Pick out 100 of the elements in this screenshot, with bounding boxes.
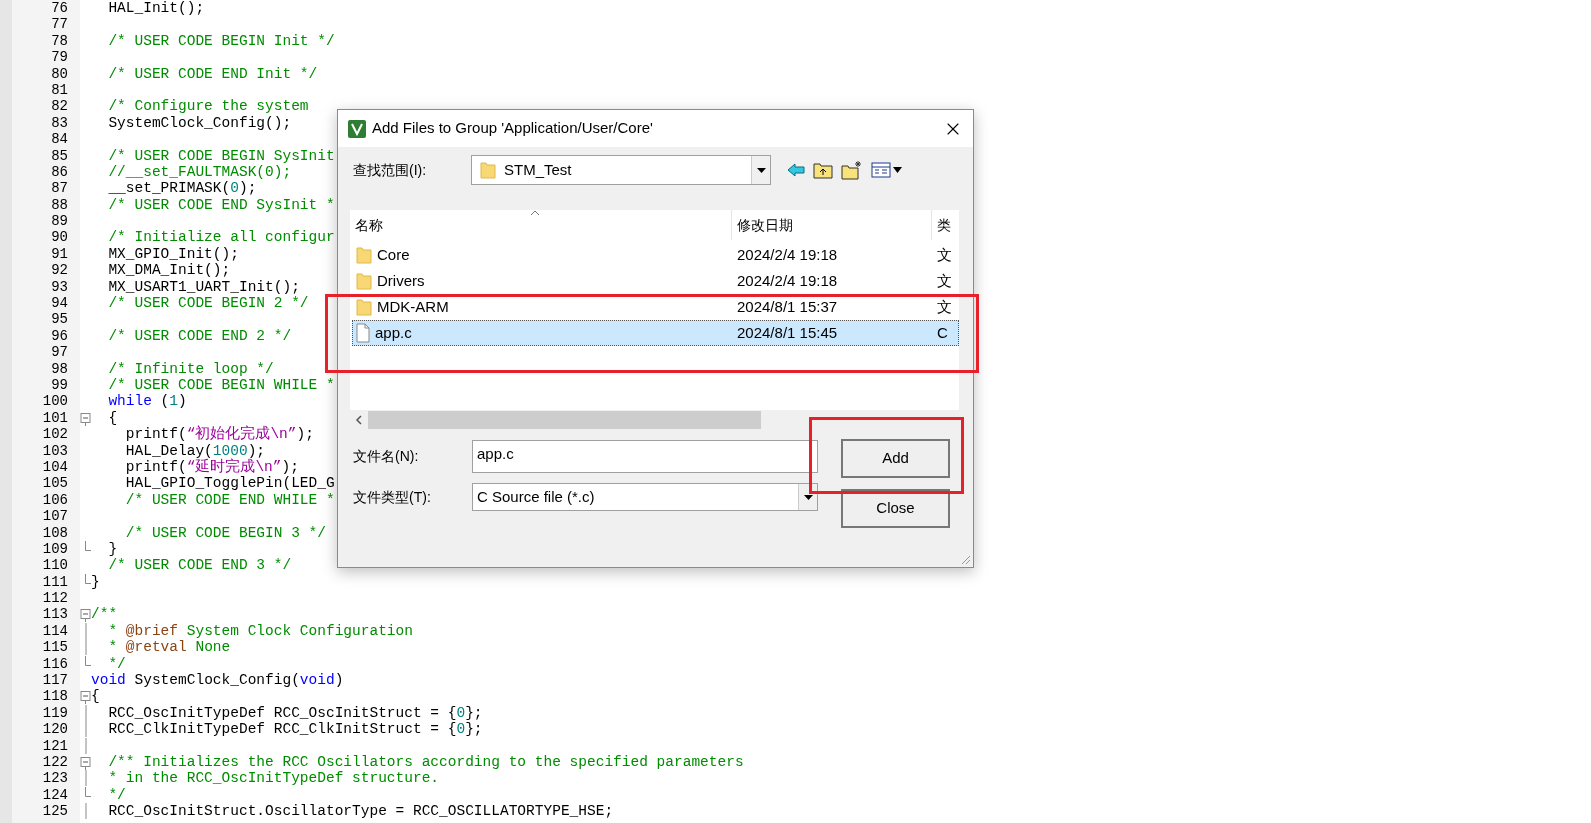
line-number: 79 bbox=[51, 49, 68, 66]
line-number: 82 bbox=[51, 98, 68, 115]
line-number: 102 bbox=[42, 426, 68, 443]
code-line: printf(“初始化完成\n”); bbox=[124, 426, 314, 443]
line-number: 105 bbox=[42, 475, 68, 492]
code-line: void SystemClock_Config(void) bbox=[91, 672, 344, 689]
field-label: 文件名(N): bbox=[353, 447, 420, 466]
modified-date: 2024/2/4 19:18 bbox=[736, 244, 839, 265]
line-number: 106 bbox=[42, 491, 68, 509]
line-number: 93 bbox=[51, 278, 68, 296]
line-number: 115 bbox=[42, 639, 68, 656]
folder-icon bbox=[356, 298, 372, 316]
file-type-dropdown[interactable]: C Source file (*.c) bbox=[472, 483, 818, 511]
code-line: /* USER CODE BEGIN 2 */ bbox=[107, 295, 309, 312]
code-line: { bbox=[91, 688, 100, 705]
folder-icon bbox=[356, 246, 372, 264]
line-number: 117 bbox=[42, 672, 68, 689]
code-line: } bbox=[107, 540, 118, 558]
line-number: 99 bbox=[51, 377, 68, 394]
code-line: } bbox=[91, 573, 100, 591]
line-number: 113 bbox=[42, 606, 68, 623]
line-number: 111 bbox=[42, 573, 68, 591]
line-number: 77 bbox=[51, 16, 68, 33]
code-line: /* Initialize all configur bbox=[107, 229, 335, 246]
line-number: 92 bbox=[51, 262, 68, 279]
file-row[interactable]: Core 2024/2/4 19:18 文 bbox=[352, 242, 959, 268]
code-line: HAL_Init(); bbox=[107, 0, 205, 17]
code-line: */ bbox=[107, 655, 126, 673]
line-number: 89 bbox=[51, 213, 68, 230]
code-line: /** bbox=[91, 606, 118, 623]
line-number: 121 bbox=[42, 737, 68, 754]
field-label: 文件类型(T): bbox=[353, 487, 432, 507]
code-line: */ bbox=[107, 786, 126, 804]
line-number: 84 bbox=[51, 131, 68, 148]
line-number: 95 bbox=[51, 311, 68, 328]
resize-grip-icon[interactable] bbox=[959, 553, 971, 565]
up-folder-icon[interactable] bbox=[813, 161, 833, 179]
folder-icon bbox=[356, 272, 372, 290]
dialog-button[interactable]: Close bbox=[841, 489, 950, 528]
code-line: /* USER CODE END WHILE * bbox=[124, 491, 335, 509]
code-line: /* Infinite loop */ bbox=[107, 360, 274, 377]
code-line: HAL_GPIO_TogglePin(LED_G bbox=[124, 475, 335, 492]
view-menu-icon[interactable] bbox=[871, 162, 903, 178]
column-header[interactable]: 修改日期 bbox=[732, 210, 932, 240]
code-line: RCC_ClkInitTypeDef RCC_ClkInitStruct = {0}; bbox=[107, 721, 483, 738]
line-number: 104 bbox=[42, 458, 68, 476]
dropdown-button[interactable] bbox=[798, 484, 817, 510]
line-number: 83 bbox=[51, 114, 68, 132]
line-number: 118 bbox=[42, 688, 68, 705]
line-number: 120 bbox=[42, 721, 68, 738]
line-number: 103 bbox=[42, 442, 68, 459]
line-number: 114 bbox=[42, 622, 68, 640]
code-line: * in the RCC_OscInitTypeDef structure. bbox=[107, 770, 440, 787]
column-header[interactable]: 名称 bbox=[350, 210, 732, 240]
look-in-dropdown[interactable]: STM_Test bbox=[471, 155, 771, 185]
code-line: while (1) bbox=[107, 393, 187, 410]
code-line: printf(“延时完成\n”); bbox=[124, 458, 299, 476]
line-number: 87 bbox=[51, 180, 68, 197]
line-number: 88 bbox=[51, 196, 68, 214]
line-number: 90 bbox=[51, 229, 68, 246]
scroll-thumb[interactable] bbox=[368, 411, 761, 429]
code-line: HAL_Delay(1000); bbox=[124, 442, 266, 459]
line-number: 108 bbox=[42, 524, 68, 541]
fold-toggle-icon[interactable] bbox=[80, 756, 91, 770]
folder-icon bbox=[480, 161, 496, 179]
code-line: RCC_OscInitStruct.OscillatorType = RCC_OSCILLATORTYPE_HSE; bbox=[107, 803, 614, 820]
line-number: 98 bbox=[51, 360, 68, 377]
caret-icon bbox=[756, 167, 766, 173]
dialog-button[interactable]: Add bbox=[841, 439, 950, 478]
line-number: 78 bbox=[51, 32, 68, 50]
file-icon bbox=[356, 323, 370, 343]
file-type: C bbox=[936, 322, 948, 343]
line-number: 123 bbox=[42, 770, 68, 787]
code-line: MX_DMA_Init(); bbox=[107, 262, 231, 279]
line-number: 101 bbox=[42, 409, 68, 427]
fold-toggle-icon[interactable] bbox=[80, 412, 91, 426]
caret-icon bbox=[803, 494, 813, 500]
line-number: 91 bbox=[51, 245, 68, 263]
file-row[interactable]: Drivers 2024/2/4 19:18 文 bbox=[352, 268, 959, 294]
code-line: /* USER CODE BEGIN SysInit bbox=[107, 147, 335, 164]
file-row[interactable]: MDK-ARM 2024/8/1 15:37 文 bbox=[352, 294, 959, 320]
column-header[interactable]: 类 bbox=[932, 210, 959, 240]
file-type: 文 bbox=[936, 244, 952, 265]
new-folder-icon[interactable] bbox=[841, 160, 863, 180]
dropdown-button[interactable] bbox=[751, 156, 770, 184]
back-arrow-icon[interactable] bbox=[787, 163, 805, 177]
file-name: app.c bbox=[375, 322, 412, 343]
line-number: 119 bbox=[42, 704, 68, 722]
line-number: 109 bbox=[42, 540, 68, 558]
scroll-left-icon[interactable] bbox=[355, 415, 363, 425]
line-number: 81 bbox=[51, 81, 68, 99]
fold-toggle-icon[interactable] bbox=[80, 609, 91, 623]
horizontal-scrollbar[interactable] bbox=[350, 410, 959, 430]
fold-toggle-icon[interactable] bbox=[80, 691, 91, 705]
code-line: /* USER CODE END SysInit * bbox=[107, 196, 335, 214]
app-icon bbox=[348, 119, 366, 138]
code-line: /* USER CODE END 2 */ bbox=[107, 327, 292, 345]
file-row[interactable]: app.c 2024/8/1 15:45 C bbox=[352, 320, 959, 346]
code-line: /** Initializes the RCC Oscillators according to the specified parameters bbox=[107, 753, 744, 771]
file-name-field[interactable]: app.c bbox=[472, 440, 818, 473]
